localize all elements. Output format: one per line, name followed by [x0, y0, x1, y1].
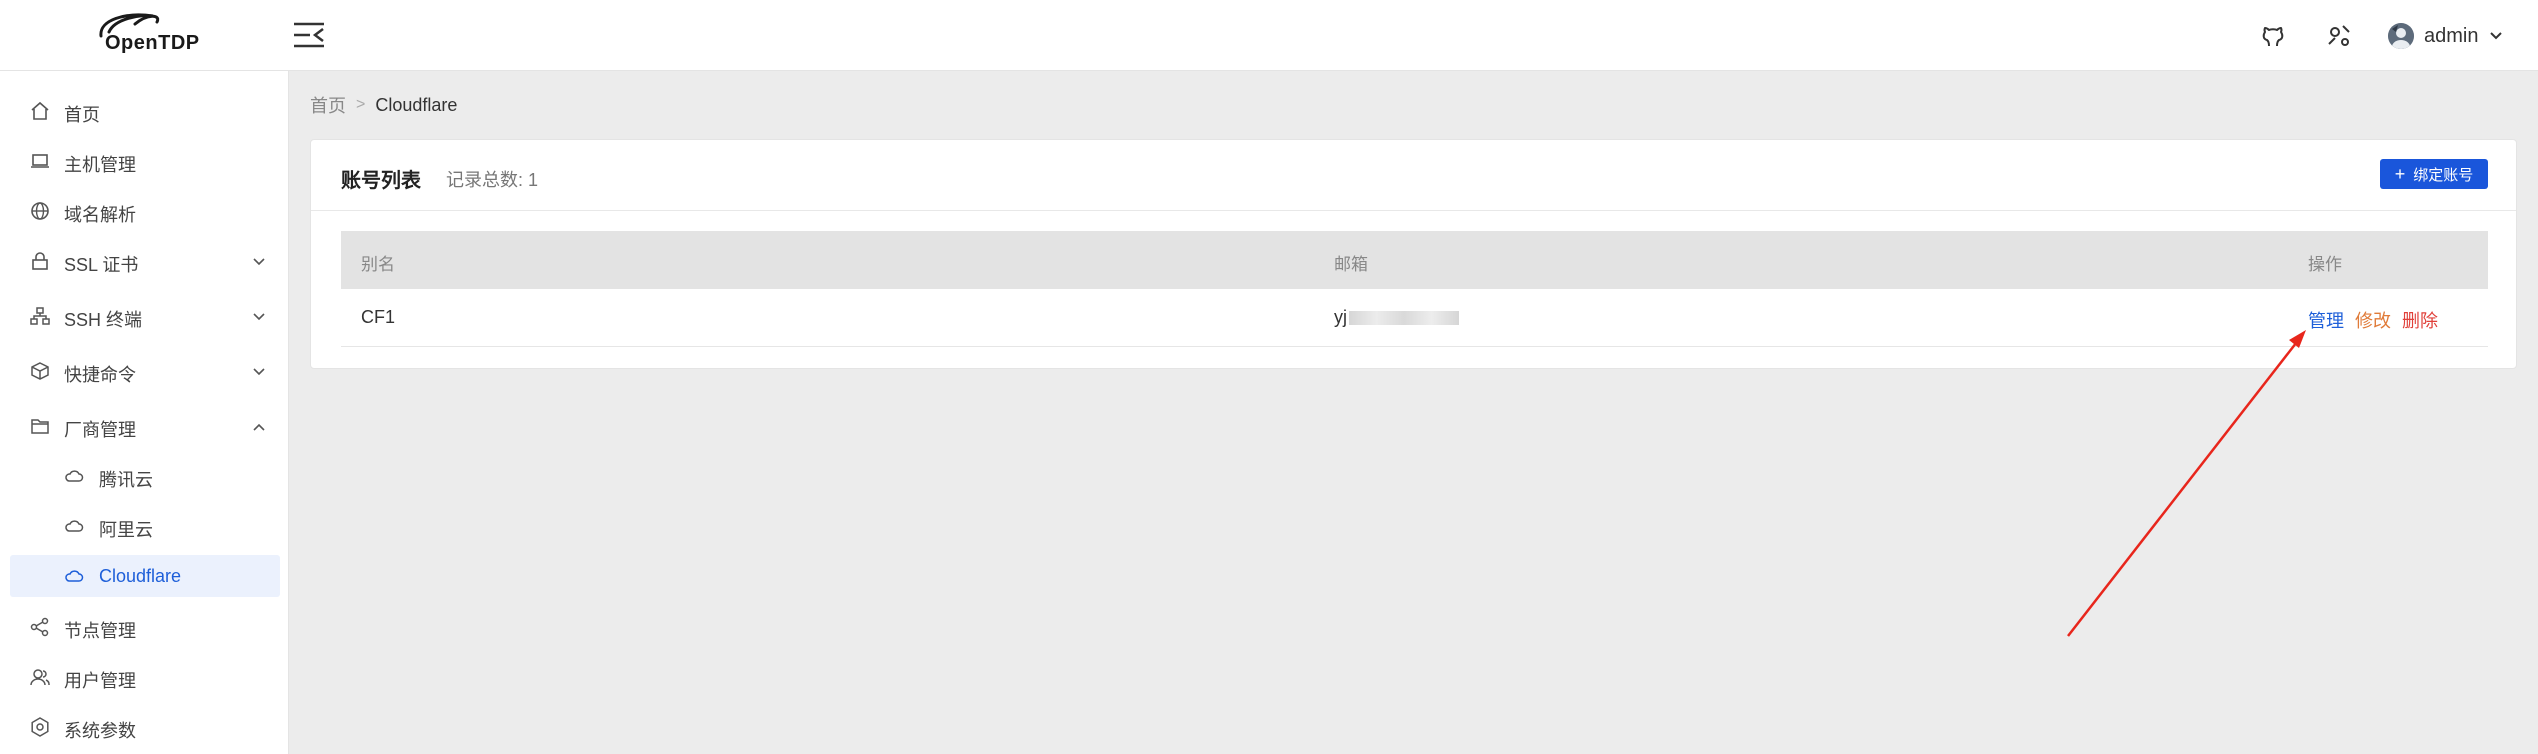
theme-button[interactable]: [2325, 22, 2353, 50]
cube-icon: [31, 362, 49, 380]
breadcrumb-current: Cloudflare: [375, 94, 458, 115]
cell-email: yj: [1334, 307, 1459, 328]
table-header: 别名 邮箱 操作: [341, 231, 2488, 289]
sidebar-item-label: 快捷命令: [64, 365, 136, 385]
sidebar-item-home[interactable]: 首页: [10, 90, 280, 132]
edit-link[interactable]: 修改: [2355, 307, 2391, 333]
manage-link[interactable]: 管理: [2308, 307, 2344, 333]
breadcrumb-separator: >: [356, 96, 366, 113]
network-icon: [30, 307, 50, 325]
sidebar-item-cloudflare[interactable]: Cloudflare: [10, 555, 280, 597]
breadcrumb: 首页 > Cloudflare: [310, 92, 457, 118]
home-icon: [31, 101, 49, 120]
sidebar-item-commands[interactable]: 快捷命令: [10, 350, 280, 392]
sidebar-item-dns[interactable]: 域名解析: [10, 190, 280, 232]
sidebar-item-label: 阿里云: [99, 520, 153, 540]
sidebar-item-label: 厂商管理: [64, 420, 136, 440]
sidebar-item-ssh[interactable]: SSH 终端: [10, 295, 280, 337]
sidebar-item-hosts[interactable]: 主机管理: [10, 140, 280, 182]
sidebar-item-label: 首页: [64, 105, 100, 125]
chevron-down-icon: [253, 368, 265, 376]
username: admin: [2424, 24, 2479, 47]
logo-text: OpenTDP: [105, 32, 200, 54]
sidebar-item-label: 节点管理: [64, 621, 136, 641]
sidebar-item-tencent[interactable]: 腾讯云: [10, 455, 280, 497]
sidebar-item-label: 用户管理: [64, 671, 136, 691]
plus-icon: +: [2394, 164, 2406, 184]
avatar: [2388, 23, 2414, 49]
sidebar-item-users[interactable]: 用户管理: [10, 656, 280, 698]
theme-icon: [2328, 25, 2350, 46]
laptop-icon: [31, 154, 49, 168]
top-bar: OpenTDP admin: [0, 0, 2538, 71]
sidebar-item-aliyun[interactable]: 阿里云: [10, 505, 280, 547]
gear-icon: [31, 717, 49, 737]
sidebar-item-label: 主机管理: [64, 155, 136, 175]
delete-link[interactable]: 删除: [2402, 307, 2438, 333]
chevron-down-icon: [253, 258, 265, 266]
table-row: CF1 yj 管理 修改 删除: [341, 289, 2488, 347]
github-button[interactable]: [2259, 22, 2287, 50]
column-header-email: 邮箱: [1334, 255, 1368, 274]
chevron-down-icon: [2490, 32, 2503, 40]
cloud-icon: [65, 520, 84, 532]
logo[interactable]: OpenTDP: [95, 10, 205, 60]
column-header-alias: 别名: [361, 255, 395, 274]
email-visible-part: yj: [1334, 307, 1347, 327]
user-menu[interactable]: admin: [2388, 20, 2504, 52]
chevron-down-icon: [253, 313, 265, 321]
account-list-card: 账号列表 记录总数: 1 + 绑定账号 别名 邮箱 操作 CF1 yj 管理 修…: [310, 139, 2517, 369]
cloud-icon: [65, 570, 84, 582]
sidebar-item-vendors[interactable]: 厂商管理: [10, 405, 280, 447]
cloud-icon: [65, 470, 84, 482]
sidebar-item-settings[interactable]: 系统参数: [10, 706, 280, 748]
avatar-image: [2388, 23, 2414, 49]
sidebar-item-label: 域名解析: [64, 205, 136, 225]
column-header-actions: 操作: [2308, 255, 2342, 274]
sidebar-item-label: Cloudflare: [99, 566, 182, 586]
globe-icon: [31, 202, 49, 220]
share-icon: [30, 617, 49, 637]
chevron-up-icon: [253, 423, 265, 431]
sidebar: 首页 主机管理 域名解析 SSL 证书 SSH 终端 快捷命令 厂商管理 腾讯云…: [0, 71, 289, 754]
email-redaction: [1349, 311, 1459, 326]
record-count: 记录总数: 1: [446, 170, 539, 190]
sidebar-item-label: SSL 证书: [64, 255, 139, 275]
card-header: 账号列表 记录总数: 1 + 绑定账号: [311, 140, 2516, 211]
users-icon: [30, 669, 50, 686]
sidebar-item-label: 腾讯云: [99, 470, 153, 490]
card-title: 账号列表: [341, 170, 421, 192]
folder-icon: [31, 419, 49, 434]
bind-account-label: 绑定账号: [2413, 166, 2474, 184]
lock-icon: [32, 252, 48, 270]
sidebar-item-label: 系统参数: [64, 721, 136, 741]
cell-alias: CF1: [361, 307, 396, 327]
breadcrumb-home[interactable]: 首页: [310, 92, 346, 118]
annotation-arrow-line: [2067, 337, 2301, 637]
menu-collapse-button[interactable]: [292, 20, 326, 50]
menu-fold-icon: [294, 22, 324, 48]
github-icon: [2262, 27, 2284, 47]
sidebar-item-label: SSH 终端: [64, 310, 143, 330]
sidebar-item-ssl[interactable]: SSL 证书: [10, 240, 280, 282]
sidebar-item-nodes[interactable]: 节点管理: [10, 606, 280, 648]
bind-account-button[interactable]: + 绑定账号: [2380, 159, 2488, 189]
